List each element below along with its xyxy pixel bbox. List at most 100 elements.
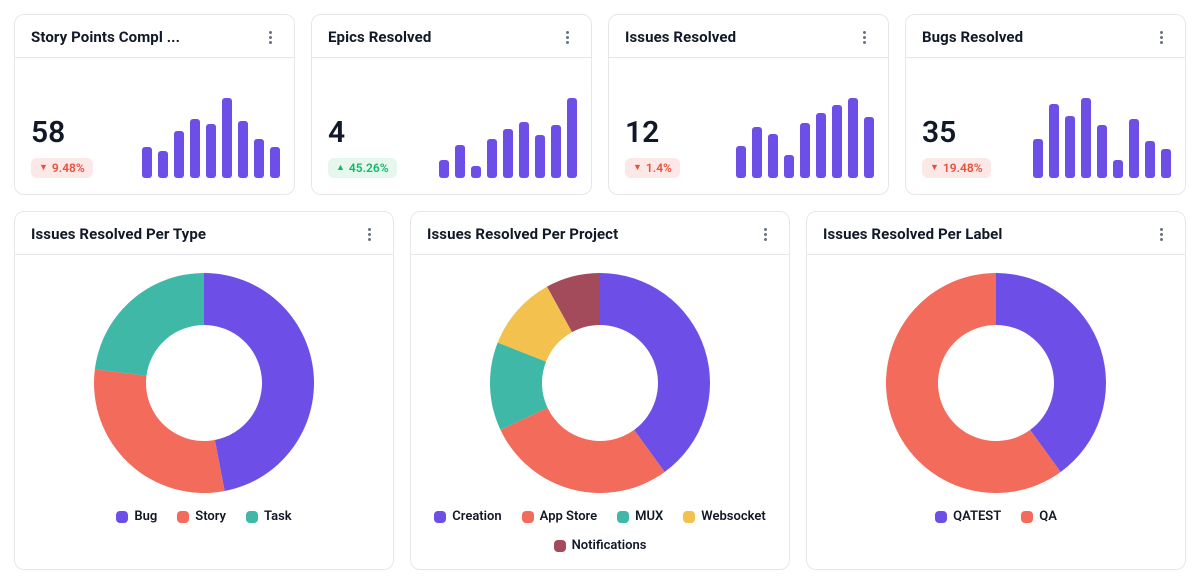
- spark-bar: [551, 125, 561, 178]
- kpi-left: 12 ▼ 1.4%: [625, 118, 680, 178]
- legend-swatch: [935, 511, 947, 523]
- legend-swatch: [617, 511, 629, 523]
- kpi-value: 4: [328, 118, 345, 148]
- legend-label: Task: [264, 509, 292, 524]
- donut-slice: [94, 369, 225, 493]
- spark-bar: [864, 117, 874, 178]
- spark-bar: [736, 146, 746, 178]
- delta-text: 9.48%: [52, 161, 85, 175]
- legend-swatch: [434, 511, 446, 523]
- legend-swatch: [1021, 511, 1033, 523]
- spark-bar: [439, 160, 449, 178]
- arrow-up-icon: ▲: [336, 164, 345, 173]
- spark-bar: [784, 155, 794, 178]
- donut-chart: [490, 273, 710, 493]
- spark-bar: [832, 105, 842, 178]
- legend: Bug Story Task: [116, 509, 291, 524]
- more-icon[interactable]: [854, 27, 874, 47]
- kpi-value: 58: [31, 118, 65, 148]
- spark-bar: [519, 122, 529, 178]
- legend-label: Websocket: [701, 509, 765, 524]
- more-icon[interactable]: [755, 224, 775, 244]
- legend-label: QATEST: [953, 509, 1001, 524]
- spark-bar: [1049, 104, 1059, 178]
- kpi-left: 58 ▼ 9.48%: [31, 118, 93, 178]
- legend-swatch: [683, 511, 695, 523]
- spark-bar: [174, 131, 184, 178]
- donut-wrap: [94, 273, 314, 493]
- legend-item: Story: [177, 509, 226, 524]
- delta-badge: ▼ 9.48%: [31, 158, 93, 178]
- legend-item: App Store: [522, 509, 597, 524]
- legend-label: QA: [1039, 509, 1057, 524]
- donut-chart: [886, 273, 1106, 493]
- card-title: Epics Resolved: [328, 28, 431, 46]
- delta-badge: ▼ 19.48%: [922, 158, 991, 178]
- legend-swatch: [522, 511, 534, 523]
- legend-swatch: [554, 540, 566, 552]
- more-icon[interactable]: [359, 224, 379, 244]
- spark-bar: [190, 119, 200, 178]
- legend-item: MUX: [617, 509, 663, 524]
- kpi-left: 4 ▲ 45.26%: [328, 118, 397, 178]
- more-icon[interactable]: [1151, 27, 1171, 47]
- card-header: Issues Resolved Per Label: [807, 212, 1185, 255]
- donut-body: QATEST QA: [807, 255, 1185, 540]
- spark-bar: [1113, 160, 1123, 178]
- donut-body: Bug Story Task: [15, 255, 393, 540]
- delta-badge: ▼ 1.4%: [625, 158, 680, 178]
- card-title: Story Points Compl ...: [31, 28, 180, 46]
- donut-chart: [94, 273, 314, 493]
- spark-bar: [816, 113, 826, 178]
- spark-bar: [800, 123, 810, 178]
- spark-bar: [142, 147, 152, 178]
- card-title: Issues Resolved Per Type: [31, 225, 206, 243]
- spark-bar: [768, 134, 778, 178]
- more-icon[interactable]: [557, 27, 577, 47]
- more-icon[interactable]: [1151, 224, 1171, 244]
- kpi-card-bugs-resolved: Bugs Resolved 35 ▼ 19.48%: [905, 14, 1186, 195]
- card-title: Issues Resolved: [625, 28, 736, 46]
- card-title: Issues Resolved Per Label: [823, 225, 1002, 243]
- donut-wrap: [490, 273, 710, 493]
- spark-bar: [752, 127, 762, 178]
- kpi-body: 35 ▼ 19.48%: [906, 58, 1185, 194]
- card-header: Issues Resolved: [609, 15, 888, 58]
- legend-label: Story: [195, 509, 226, 524]
- delta-badge: ▲ 45.26%: [328, 158, 397, 178]
- kpi-body: 58 ▼ 9.48%: [15, 58, 294, 194]
- legend-item: Creation: [434, 509, 501, 524]
- donut-wrap: [886, 273, 1106, 493]
- spark-bar: [206, 124, 216, 178]
- more-icon[interactable]: [260, 27, 280, 47]
- kpi-card-issues-resolved: Issues Resolved 12 ▼ 1.4%: [608, 14, 889, 195]
- kpi-value: 12: [625, 118, 659, 148]
- legend-swatch: [246, 511, 258, 523]
- sparkline: [439, 94, 577, 178]
- kpi-left: 35 ▼ 19.48%: [922, 118, 991, 178]
- card-header: Issues Resolved Per Project: [411, 212, 789, 255]
- spark-bar: [1081, 98, 1091, 178]
- spark-bar: [848, 98, 858, 178]
- sparkline: [736, 94, 874, 178]
- card-title: Bugs Resolved: [922, 28, 1023, 46]
- spark-bar: [1065, 116, 1075, 178]
- kpi-body: 12 ▼ 1.4%: [609, 58, 888, 194]
- donut-slice: [204, 273, 314, 491]
- spark-bar: [455, 145, 465, 178]
- kpi-value: 35: [922, 118, 956, 148]
- legend-item: Websocket: [683, 509, 765, 524]
- spark-bar: [158, 151, 168, 178]
- spark-bar: [1129, 119, 1139, 178]
- spark-bar: [1033, 139, 1043, 178]
- spark-bar: [1161, 149, 1171, 178]
- delta-text: 1.4%: [646, 161, 672, 175]
- spark-bar: [254, 139, 264, 178]
- spark-bar: [503, 129, 513, 178]
- legend-label: App Store: [540, 509, 597, 524]
- legend-item: Bug: [116, 509, 157, 524]
- card-title: Issues Resolved Per Project: [427, 225, 618, 243]
- card-header: Bugs Resolved: [906, 15, 1185, 58]
- donut-card-issues-per-type: Issues Resolved Per Type Bug Story Task: [14, 211, 394, 570]
- sparkline: [1033, 94, 1171, 178]
